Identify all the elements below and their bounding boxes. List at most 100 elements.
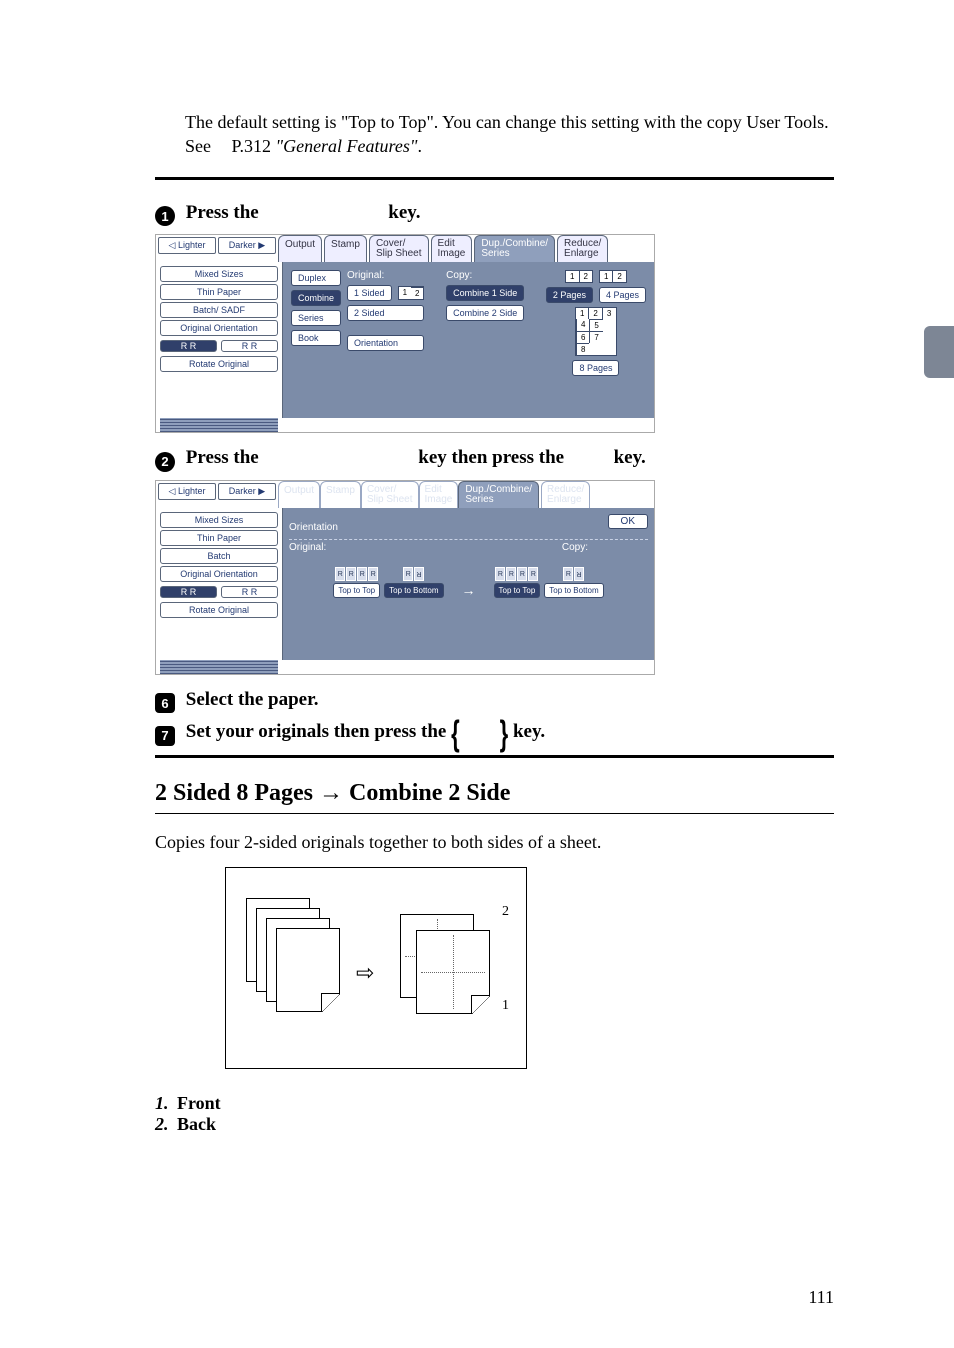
step-2-mid: key then press the <box>418 447 564 468</box>
batch-2: Batch <box>160 548 278 564</box>
tab-output: Output <box>278 235 322 262</box>
two-pages-icon: 12 <box>565 270 593 283</box>
combine-diagram: ⇨ 1 2 <box>225 867 527 1069</box>
tab-reduce-enlarge: Reduce/Enlarge <box>557 235 608 262</box>
side-tab-marker <box>924 326 954 378</box>
landscape-icon-2: R R <box>221 586 278 598</box>
landscape-icon: R R <box>221 340 278 352</box>
step-1: 1 Press the key. <box>155 202 834 227</box>
orig-top-to-bottom: Top to Bottom <box>384 583 443 598</box>
batch-sadf-button: Batch/ SADF <box>160 302 278 318</box>
mixed-sizes-2: Mixed Sizes <box>160 512 278 528</box>
combine-2-side-button: Combine 2 Side <box>446 305 524 321</box>
copy-top-to-top-icon: RRRR <box>495 567 538 581</box>
lighter-button-2: ◁ Lighter <box>158 483 216 500</box>
main-panel-2: Orientation OK Original: Copy: RRRR Top … <box>282 508 654 660</box>
copy-top-to-bottom: Top to Bottom <box>544 583 603 598</box>
page-indicator-2 <box>160 660 278 674</box>
thin-paper-button: Thin Paper <box>160 284 278 300</box>
duplex-button: Duplex <box>291 270 341 286</box>
page-number: 111 <box>808 1287 834 1308</box>
step-1-after: key. <box>388 202 420 223</box>
rotate-original-button: Rotate Original <box>160 356 278 372</box>
two-pages-button: 2 Pages <box>546 287 593 303</box>
step-2-after: key. <box>614 447 646 468</box>
tab-dcs-2: Dup./Combine/Series <box>458 481 539 508</box>
section-description: Copies four 2-sided originals together t… <box>155 832 834 853</box>
tab-dup-combine-series: Dup./Combine/Series <box>474 235 555 262</box>
combine-button: Combine <box>291 290 341 306</box>
tab-edit-image: EditImage <box>431 235 473 262</box>
ok-button: OK <box>608 514 648 529</box>
result-front <box>416 930 490 1014</box>
step-2-before: Press the <box>186 447 259 468</box>
step-2-marker: 2 <box>155 452 175 472</box>
orig-top-to-top: Top to Top <box>333 583 380 598</box>
tab-stamp: Stamp <box>324 235 367 262</box>
lighter-button: ◁ Lighter <box>158 237 216 254</box>
rotate-2: Rotate Original <box>160 602 278 618</box>
legend-back: 2. Back <box>155 1114 834 1135</box>
original-label-2: Original: <box>289 542 326 553</box>
section-underline <box>155 813 834 814</box>
section-divider-bottom <box>155 755 834 758</box>
step-6-marker: 6 <box>155 693 175 713</box>
step-6: 6 Select the paper. <box>155 689 834 714</box>
orient-2: Original Orientation <box>160 566 278 582</box>
one-sided-button: 1 Sided <box>347 285 392 301</box>
tab-stamp-2: Stamp <box>320 481 361 508</box>
portrait-icon-2: R R <box>160 586 217 598</box>
step-1-before: Press the <box>186 202 259 223</box>
tab-edit-2: EditImage <box>419 481 459 508</box>
screenshot-2: ◁ Lighter Darker ▶ Output Stamp Cover/Sl… <box>155 480 655 675</box>
original-sheet-front <box>276 928 340 1012</box>
copy-top-to-top: Top to Top <box>494 583 541 598</box>
legend-front: 1. Front <box>155 1093 834 1114</box>
four-pages-button: 4 Pages <box>599 287 646 303</box>
orig-top-to-top-icon: RRRR <box>335 567 378 581</box>
combine-1-side-button: Combine 1 Side <box>446 285 524 301</box>
screenshot-1: ◁ Lighter Darker ▶ Output Stamp Cover/Sl… <box>155 234 655 433</box>
mixed-sizes-button: Mixed Sizes <box>160 266 278 282</box>
step-6-text: Select the paper. <box>186 689 319 710</box>
tabs-row: Output Stamp Cover/Slip Sheet EditImage … <box>278 235 654 262</box>
default-setting-note: The default setting is "Top to Top". You… <box>185 110 834 159</box>
tab-cover-slip: Cover/Slip Sheet <box>369 235 429 262</box>
ref-page: P.312 <box>232 136 272 156</box>
step-2: 2 Press the key then press the key. <box>155 447 834 472</box>
arrow-icon: → <box>462 582 476 598</box>
tab-re-2: Reduce/Enlarge <box>541 481 590 508</box>
original-orientation-button: Original Orientation <box>160 320 278 336</box>
step-1-marker: 1 <box>155 206 175 226</box>
portrait-icon: R R <box>160 340 217 352</box>
original-label: Original: <box>347 270 424 281</box>
tab-cover-2: Cover/Slip Sheet <box>361 481 419 508</box>
series-button: Series <box>291 310 341 326</box>
tab-output-2: Output <box>278 481 320 508</box>
eight-pages-button: 8 Pages <box>572 360 619 376</box>
copy-label: Copy: <box>446 270 524 281</box>
section-title: 2 Sided 8 Pages → Combine 2 Side <box>155 780 834 807</box>
ref-title: "General Features" <box>276 136 418 156</box>
section-divider-top <box>155 177 834 180</box>
orig-top-to-bottom-icon: RR <box>403 567 424 581</box>
intro-period: . <box>417 136 422 156</box>
book-button: Book <box>291 330 341 346</box>
orientation-heading: Orientation <box>289 522 338 533</box>
orientation-button: Orientation <box>347 335 424 351</box>
diagram-arrow-icon: ⇨ <box>356 960 374 986</box>
one-sided-icon: 12 <box>398 286 425 300</box>
four-pages-icon: 12 <box>599 270 627 283</box>
thin-paper-2: Thin Paper <box>160 530 278 546</box>
main-panel-1: Duplex Combine Series Book Original: 1 S… <box>282 262 654 418</box>
step-7-before: Set your originals then press the <box>186 721 447 742</box>
darker-button-2: Darker ▶ <box>218 483 276 500</box>
eight-pages-icon: 12345678 <box>575 307 617 356</box>
step-7: 7 Set your originals then press the {} k… <box>155 721 834 747</box>
darker-button: Darker ▶ <box>218 237 276 254</box>
two-sided-button: 2 Sided <box>347 305 424 321</box>
page-indicator <box>160 418 278 432</box>
copy-top-to-bottom-icon: RR <box>563 567 584 581</box>
step-7-marker: 7 <box>155 726 175 746</box>
step-7-after: key. <box>513 721 545 742</box>
